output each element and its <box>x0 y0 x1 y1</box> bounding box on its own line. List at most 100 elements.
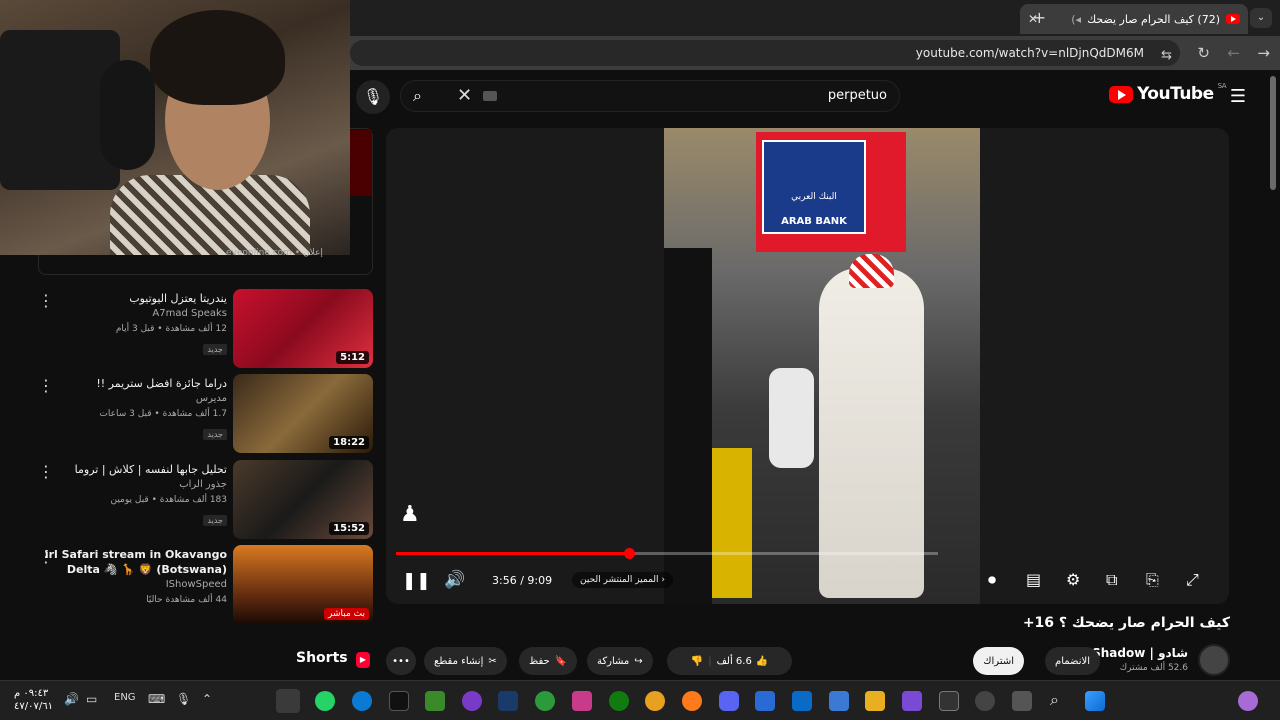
firefox-taskbar-icon[interactable] <box>682 691 702 711</box>
subtitles-icon[interactable]: ▤ <box>1026 570 1041 589</box>
scene-bank-sign-panel: البنك العربي ARAB BANK <box>762 140 866 234</box>
join-button[interactable]: الانضمام <box>1045 647 1100 675</box>
forward-icon[interactable]: ← <box>1227 44 1240 62</box>
site-info-icon[interactable]: ⇆ <box>1161 43 1172 69</box>
minecraft-taskbar-icon[interactable] <box>425 691 445 711</box>
obs-taskbar-icon[interactable] <box>462 691 482 711</box>
outlook-taskbar-icon[interactable] <box>792 691 812 711</box>
search-input[interactable]: perpetuo <box>828 88 887 103</box>
voice-search-icon[interactable]: 🎙 <box>356 80 390 114</box>
video-title[interactable]: تحليل جابها لنفسه | كلاش | تروما <box>42 462 227 477</box>
url-field[interactable]: youtube.com/watch?v=nlDjnQdDM6M ⇆ <box>350 40 1180 66</box>
region-code: SA <box>1217 82 1227 90</box>
search-icon[interactable]: ⌕ <box>413 86 422 106</box>
video-channel[interactable]: مديرس <box>42 391 227 407</box>
capcut-taskbar-icon[interactable] <box>389 691 409 711</box>
explorer-taskbar-icon[interactable] <box>865 691 885 711</box>
video-channel[interactable]: IShowSpeed <box>42 577 227 593</box>
notifications-icon[interactable] <box>1238 691 1258 711</box>
search-taskbar-icon[interactable]: ⌕ <box>1050 690 1059 710</box>
browser-tab[interactable]: (72) كيف الحرام صار يضحك ◂) ✕ <box>1020 4 1248 34</box>
show-hidden-icons[interactable]: ⌃ <box>202 692 212 706</box>
chrome2-taskbar-icon[interactable] <box>645 691 665 711</box>
new-tab-button[interactable]: + <box>1033 8 1046 27</box>
autoplay-toggle[interactable]: ⏺ <box>988 570 996 590</box>
clear-search-icon[interactable]: ✕ <box>457 85 472 106</box>
headphones <box>100 60 155 170</box>
video-channel[interactable]: A7mad Speaks <box>42 306 227 322</box>
video-title[interactable]: يندريتا يعتزل اليوتيوب <box>42 291 227 306</box>
video-player[interactable]: البنك العربي ARAB BANK ♟ ❚❚ 🔊 3:56 / 9:0… <box>386 128 1229 604</box>
share-button[interactable]: ↪ مشاركة <box>587 647 653 675</box>
video-channel[interactable]: جذور الراب <box>42 477 227 493</box>
channel-watermark-icon[interactable]: ♟ <box>400 502 428 536</box>
steam-taskbar-icon[interactable] <box>498 691 518 711</box>
more-actions-button[interactable]: ••• <box>386 647 416 675</box>
subscribe-button[interactable]: اشتراك <box>973 647 1024 675</box>
reload-icon[interactable]: ↻ <box>1197 44 1210 62</box>
recommended-video[interactable]: ⋮ irl Safari stream in Okavango Delta 🦓 … <box>30 545 375 625</box>
page-scrollbar[interactable] <box>1270 76 1276 190</box>
app-taskbar-icon[interactable] <box>535 691 555 711</box>
video-thumbnail[interactable]: بث مباشر <box>233 545 373 624</box>
video-frame[interactable]: البنك العربي ARAB BANK <box>664 128 980 604</box>
shorts-icon[interactable]: ▶ <box>356 652 370 668</box>
youtube-logo[interactable]: YouTube SA <box>1109 82 1227 104</box>
video-title[interactable]: دراما جائزة افضل ستريمر !! <box>42 376 227 391</box>
keyboard-icon[interactable] <box>483 91 497 101</box>
copilot-taskbar-icon[interactable] <box>902 691 922 711</box>
scene-bank-sign: البنك العربي ARAB BANK <box>756 132 906 252</box>
chrome-taskbar-icon[interactable] <box>276 689 300 713</box>
chapter-button[interactable]: المميز المنتشر الحين › <box>572 572 674 588</box>
discord-taskbar-icon[interactable] <box>719 691 739 711</box>
cast-icon[interactable]: ⎘ <box>1146 570 1159 590</box>
save-button[interactable]: 🔖 حفظ <box>519 647 578 675</box>
youtube-header: 🎙 ⌕ ✕ perpetuo YouTube SA ☰ <box>350 72 1280 120</box>
settings-gear-icon[interactable]: ⚙ <box>1066 570 1080 589</box>
search-box[interactable]: ⌕ ✕ perpetuo <box>400 80 900 112</box>
progress-bar[interactable] <box>396 548 938 559</box>
player-controls: ❚❚ 🔊 3:56 / 9:09 المميز المنتشر الحين › … <box>386 568 1229 600</box>
mic-tray-icon[interactable]: 🎙 <box>176 692 191 706</box>
video-title[interactable]: irl Safari stream in Okavango Delta 🦓 🦒 … <box>42 547 227 577</box>
app2-taskbar-icon[interactable] <box>572 691 592 711</box>
video-thumbnail[interactable]: 15:52 <box>233 460 373 539</box>
hamburger-menu-icon[interactable]: ☰ <box>1230 86 1246 107</box>
start-windows-icon[interactable] <box>1085 691 1105 711</box>
pause-icon[interactable]: ❚❚ <box>402 571 431 591</box>
ad-sponsor-label: eveonline.com • إعلان <box>226 248 323 258</box>
photos-taskbar-icon[interactable] <box>755 691 775 711</box>
xbox-taskbar-icon[interactable] <box>609 691 629 711</box>
back-icon[interactable]: → <box>1257 44 1270 62</box>
like-button[interactable]: 👍 6.6 ألف <box>717 656 769 667</box>
volume-tray-icon[interactable]: 🔊 <box>64 692 79 706</box>
channel-name[interactable]: شادو | Shadow <box>1092 646 1188 660</box>
app4-taskbar-icon[interactable] <box>975 691 995 711</box>
task-view-icon[interactable] <box>1012 691 1032 711</box>
edge-taskbar-icon[interactable] <box>352 691 372 711</box>
whatsapp-taskbar-icon[interactable] <box>315 691 335 711</box>
fullscreen-icon[interactable]: ⤢ <box>1186 570 1199 590</box>
progress-scrubber[interactable] <box>624 548 636 559</box>
miniplayer-icon[interactable]: ⧉ <box>1106 570 1117 590</box>
recommended-video[interactable]: ⋮ تحليل جابها لنفسه | كلاش | تروما جذور … <box>30 460 375 540</box>
language-indicator[interactable]: ENG <box>114 692 136 703</box>
tab-search-button[interactable]: ⌄ <box>1250 8 1272 28</box>
shorts-label[interactable]: Shorts <box>296 650 348 666</box>
video-thumbnail[interactable]: 18:22 <box>233 374 373 453</box>
channel-avatar[interactable] <box>1198 644 1230 676</box>
volume-icon[interactable]: 🔊 <box>444 570 465 590</box>
system-clock[interactable]: ٠٩:٤٣ م ٤٧/٠٧/٦١ <box>14 687 53 713</box>
dislike-icon[interactable]: 👎 <box>691 656 703 667</box>
app3-taskbar-icon[interactable] <box>939 691 959 711</box>
video-thumbnail[interactable]: 5:12 <box>233 289 373 368</box>
tab-title: (72) كيف الحرام صار يضحك <box>1087 12 1220 26</box>
video-duration: 15:52 <box>329 522 369 535</box>
recommended-video[interactable]: ⋮ دراما جائزة افضل ستريمر !! مديرس 1.7 أ… <box>30 374 375 454</box>
network-tray-icon[interactable]: ▭ <box>86 692 97 706</box>
recommended-video[interactable]: ⋮ يندريتا يعتزل اليوتيوب A7mad Speaks 12… <box>30 289 375 369</box>
store-taskbar-icon[interactable] <box>829 691 849 711</box>
youtube-logo-text: YouTube <box>1137 84 1214 104</box>
clip-button[interactable]: ✂ إنشاء مقطع <box>424 647 507 675</box>
keyboard-tray-icon[interactable]: ⌨ <box>148 692 165 706</box>
